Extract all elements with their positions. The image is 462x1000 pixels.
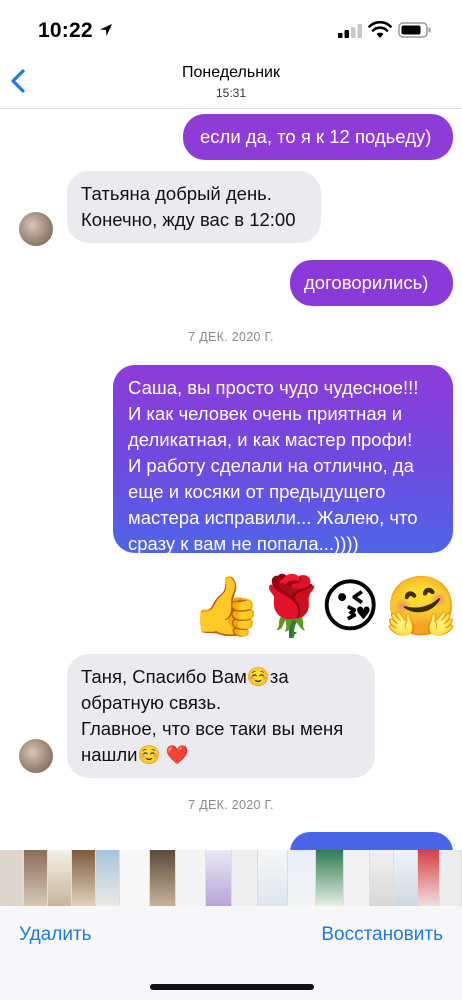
contact-avatar[interactable]	[19, 212, 53, 246]
thumbs-up-emoji[interactable]: 👍	[190, 574, 262, 640]
hugging-face-emoji[interactable]: 🤗	[385, 574, 457, 640]
status-bar: 10:22	[0, 0, 462, 56]
message-text: если да, то я к 12 подьеду)	[200, 126, 432, 147]
thumbnail[interactable]	[72, 850, 96, 906]
message-text: Татьяна добрый день.	[81, 183, 272, 204]
thumbnail[interactable]	[232, 850, 258, 906]
thumbnail[interactable]	[418, 850, 440, 906]
message-text: договорились)	[304, 272, 429, 293]
message-text: Таня, Спасибо Вам☺️за	[81, 666, 289, 687]
contact-avatar[interactable]	[19, 739, 53, 773]
outgoing-message[interactable]: если да, то я к 12 подьеду)	[183, 114, 453, 160]
thumbnail[interactable]	[206, 850, 232, 906]
message-text: обратную связь.	[81, 692, 222, 713]
conversation-header: Понедельник 15:31	[0, 56, 462, 109]
battery-icon	[398, 22, 431, 38]
message-text: Главное, что все таки вы меня	[81, 718, 344, 739]
date-separator: 7 ДЕК. 2020 Г.	[188, 330, 274, 344]
thumbnail[interactable]	[344, 850, 370, 906]
message-text: И работу сделали на отлично, да	[128, 455, 414, 476]
message-text: нашли☺️ ❤️	[81, 744, 189, 765]
wifi-icon	[368, 21, 392, 38]
message-text: деликатная, и как мастер профи!	[128, 429, 413, 450]
kissing-face-emoji[interactable]: 😘	[320, 574, 380, 640]
message-text: Саша, вы просто чудо чудесное!!!	[128, 377, 419, 398]
thumbnail[interactable]	[258, 850, 288, 906]
rose-emoji[interactable]: 🌹	[255, 574, 327, 640]
incoming-message[interactable]: Таня, Спасибо Вам☺️за обратную связь. Гл…	[67, 654, 375, 778]
attachment-filmstrip[interactable]	[0, 850, 462, 906]
thumbnail[interactable]	[288, 850, 316, 906]
incoming-message[interactable]: Татьяна добрый день. Конечно, жду вас в …	[67, 171, 321, 243]
home-indicator[interactable]	[150, 984, 314, 990]
message-text: сразу к вам не попала...))))	[128, 533, 359, 554]
location-arrow-icon	[100, 24, 112, 36]
thumbnail[interactable]	[370, 850, 394, 906]
thumbnail[interactable]	[394, 850, 418, 906]
outgoing-message[interactable]: договорились)	[290, 260, 453, 306]
status-time: 10:22	[38, 19, 93, 42]
message-text: еще и косяки от предыдущего	[128, 481, 386, 502]
message-text: И как человек очень приятная и	[128, 403, 403, 424]
date-separator: 7 ДЕК. 2020 Г.	[188, 798, 274, 812]
outgoing-message-partial[interactable]	[290, 832, 453, 850]
thumbnail[interactable]	[96, 850, 120, 906]
thumbnail[interactable]	[48, 850, 72, 906]
bottom-toolbar: Удалить Восстановить	[0, 906, 462, 1000]
message-thread[interactable]: если да, то я к 12 подьеду) Татьяна добр…	[0, 108, 462, 850]
outgoing-message[interactable]: Саша, вы просто чудо чудесное!!! И как ч…	[113, 365, 453, 554]
thumbnail[interactable]	[176, 850, 206, 906]
cellular-signal-icon	[338, 24, 362, 38]
delete-button[interactable]: Удалить	[19, 924, 92, 946]
thumbnail[interactable]	[440, 850, 462, 906]
thumbnail[interactable]	[120, 850, 150, 906]
thumbnail[interactable]	[150, 850, 176, 906]
thumbnail[interactable]	[0, 850, 24, 906]
conversation-title: Понедельник	[182, 64, 280, 81]
restore-button[interactable]: Восстановить	[321, 924, 443, 946]
message-text: Конечно, жду вас в 12:00	[81, 209, 296, 230]
message-text: мастера исправили... Жалею, что	[128, 507, 418, 528]
thumbnail[interactable]	[316, 850, 344, 906]
thumbnail[interactable]	[24, 850, 48, 906]
conversation-subtitle: 15:31	[215, 86, 247, 100]
